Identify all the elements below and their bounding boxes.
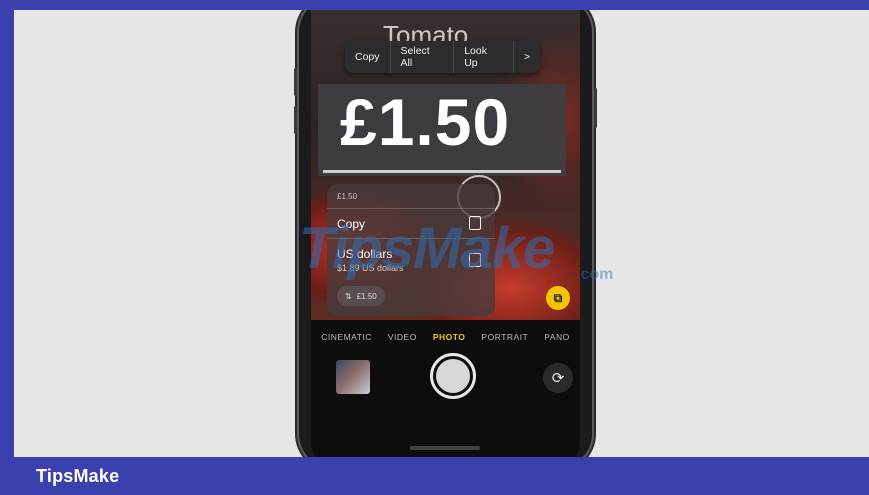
price-text[interactable]: £1.50 xyxy=(340,84,510,160)
footer-bar: TipsMake xyxy=(0,457,869,495)
popup-header: £1.50 xyxy=(337,192,358,201)
selection-underline xyxy=(323,170,561,173)
flip-camera-icon[interactable]: ⟳ xyxy=(543,363,573,393)
mode-cinematic[interactable]: CINEMATIC xyxy=(321,332,372,348)
mode-photo[interactable]: PHOTO xyxy=(433,332,466,348)
menu-more[interactable]: > xyxy=(514,41,540,73)
menu-copy[interactable]: Copy xyxy=(345,41,391,73)
home-indicator xyxy=(410,446,480,450)
watermark-suffix: .com xyxy=(576,266,614,283)
image-frame: Tomato Copy Select All Look Up > £1.50 £… xyxy=(14,10,869,457)
watermark-text: TipsMake xyxy=(299,216,555,281)
convert-chip-text: £1.50 xyxy=(356,291,377,301)
price-highlight: £1.50 xyxy=(318,84,566,176)
power-button xyxy=(594,88,597,128)
mode-video[interactable]: VIDEO xyxy=(388,332,417,348)
text-context-menu: Copy Select All Look Up > xyxy=(345,41,540,73)
convert-icon: ⇅ xyxy=(345,291,352,301)
menu-select-all[interactable]: Select All xyxy=(391,41,455,73)
mode-pano[interactable]: PANO xyxy=(544,332,569,348)
last-photo-thumbnail[interactable] xyxy=(336,360,370,394)
live-text-icon[interactable]: ⧉ xyxy=(546,286,570,310)
volume-up-button xyxy=(294,68,297,96)
convert-chip[interactable]: ⇅ £1.50 xyxy=(337,286,385,306)
shutter-inner xyxy=(436,359,470,393)
mode-portrait[interactable]: PORTRAIT xyxy=(481,332,528,348)
brand-name: TipsMake xyxy=(36,466,120,486)
volume-down-button xyxy=(294,106,297,134)
menu-look-up[interactable]: Look Up xyxy=(454,41,514,73)
shutter-button[interactable] xyxy=(430,353,476,399)
camera-mode-selector: CINEMATIC VIDEO PHOTO PORTRAIT PANO xyxy=(311,332,580,348)
